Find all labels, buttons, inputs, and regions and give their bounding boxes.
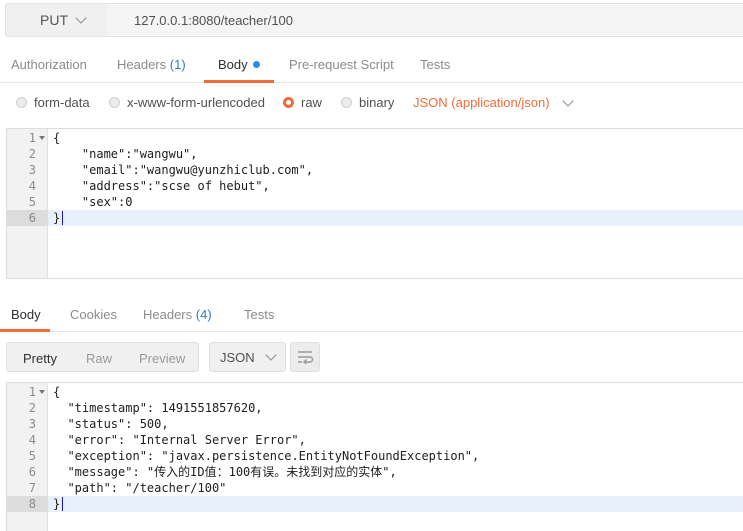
code-line: 5 "exception": "javax.persistence.Entity… <box>28 449 480 463</box>
code-line: 3 "status": 500, <box>28 417 169 431</box>
tab-tests-label: Tests <box>420 57 451 72</box>
request-tabs: Authorization Headers (1) Body Pre-reque… <box>0 48 743 83</box>
response-tabs: Body Cookies Headers (4) Tests <box>0 298 743 332</box>
response-body-viewer[interactable]: 1{ 2 "timestamp": 1491551857620, 3 "stat… <box>6 382 743 531</box>
res-tab-cookies-label: Cookies <box>70 307 117 322</box>
res-tab-tests-label: Tests <box>244 307 275 322</box>
method-label: PUT <box>40 12 68 28</box>
tab-body[interactable]: Body <box>218 57 260 72</box>
res-tab-headers-label: Headers <box>143 307 193 322</box>
radio-binary-label: binary <box>359 95 395 110</box>
fold-arrow-icon[interactable] <box>39 136 45 140</box>
radio-icon <box>16 97 27 108</box>
code-line: 2 "timestamp": 1491551857620, <box>28 401 263 415</box>
active-tab-indicator <box>0 329 50 332</box>
tab-headers[interactable]: Headers (1) <box>117 57 186 72</box>
view-mode-group: Pretty Raw Preview <box>6 342 199 372</box>
res-tab-body-label: Body <box>11 307 41 322</box>
radio-icon <box>341 97 352 108</box>
url-bar: PUT 127.0.0.1:8080/teacher/100 <box>0 0 743 40</box>
code-line-active: 8} <box>7 496 743 512</box>
method-select[interactable]: PUT <box>5 3 108 37</box>
tab-tests[interactable]: Tests <box>420 57 450 72</box>
code-line-active: 6} <box>7 210 743 226</box>
tab-prerequest-script[interactable]: Pre-request Script <box>289 57 394 72</box>
code-line: 1{ <box>28 385 61 399</box>
chevron-down-icon <box>561 94 574 107</box>
radio-form-data[interactable]: form-data <box>16 95 90 110</box>
wrap-lines-button[interactable] <box>290 342 320 372</box>
fold-arrow-icon[interactable] <box>39 390 45 394</box>
body-type-row: form-data x-www-form-urlencoded raw bina… <box>0 84 743 122</box>
chevron-down-icon <box>265 349 277 361</box>
view-raw-button[interactable]: Raw <box>86 351 112 366</box>
res-tab-body[interactable]: Body <box>11 307 41 322</box>
res-headers-count-badge: (4) <box>195 307 212 322</box>
tab-authorization[interactable]: Authorization <box>11 57 87 72</box>
content-type-select[interactable]: JSON (application/json) <box>413 94 574 110</box>
active-tab-indicator <box>204 80 274 83</box>
radio-urlencoded[interactable]: x-www-form-urlencoded <box>109 95 265 110</box>
modified-dot-icon <box>252 61 260 68</box>
res-tab-headers[interactable]: Headers (4) <box>143 307 212 322</box>
code-line: 5 "sex":0 <box>28 195 133 209</box>
tab-headers-label: Headers <box>117 57 167 72</box>
radio-icon <box>109 97 120 108</box>
radio-urlencoded-label: x-www-form-urlencoded <box>127 95 265 110</box>
url-text: 127.0.0.1:8080/teacher/100 <box>134 12 294 28</box>
radio-raw-label: raw <box>301 95 322 110</box>
request-body-editor[interactable]: 1{ 2 "name":"wangwu", 3 "email":"wangwu@… <box>6 128 743 279</box>
chevron-down-icon <box>75 12 87 24</box>
wrap-lines-icon <box>298 351 314 364</box>
res-tab-tests[interactable]: Tests <box>244 307 274 322</box>
content-type-label: JSON (application/json) <box>413 95 550 110</box>
code-line: 4 "address":"scse of hebut", <box>28 179 270 193</box>
code-line: 3 "email":"wangwu@yunzhiclub.com", <box>28 163 314 177</box>
code-line: 6 "message": "传入的ID值：100有误。未找到对应的实体", <box>28 465 397 479</box>
code-line: 7 "path": "/teacher/100" <box>28 481 227 495</box>
headers-count-badge: (1) <box>169 57 186 72</box>
tab-prerequest-label: Pre-request Script <box>289 57 394 72</box>
radio-selected-icon <box>283 97 294 108</box>
radio-form-data-label: form-data <box>34 95 90 110</box>
response-format-label: JSON <box>220 349 255 365</box>
radio-binary[interactable]: binary <box>341 95 394 110</box>
response-format-select[interactable]: JSON <box>209 342 286 372</box>
code-line: 4 "error": "Internal Server Error", <box>28 433 306 447</box>
view-preview-button[interactable]: Preview <box>139 351 185 366</box>
code-line: 1{ <box>28 131 61 145</box>
code-line: 2 "name":"wangwu", <box>28 147 198 161</box>
tab-body-label: Body <box>218 57 248 72</box>
text-cursor <box>62 211 63 225</box>
text-cursor <box>62 497 63 511</box>
res-tab-cookies[interactable]: Cookies <box>70 307 117 322</box>
url-input[interactable]: 127.0.0.1:8080/teacher/100 <box>107 3 743 37</box>
radio-raw[interactable]: raw <box>283 95 322 110</box>
view-pretty-button[interactable]: Pretty <box>23 351 57 366</box>
tab-authorization-label: Authorization <box>11 57 87 72</box>
